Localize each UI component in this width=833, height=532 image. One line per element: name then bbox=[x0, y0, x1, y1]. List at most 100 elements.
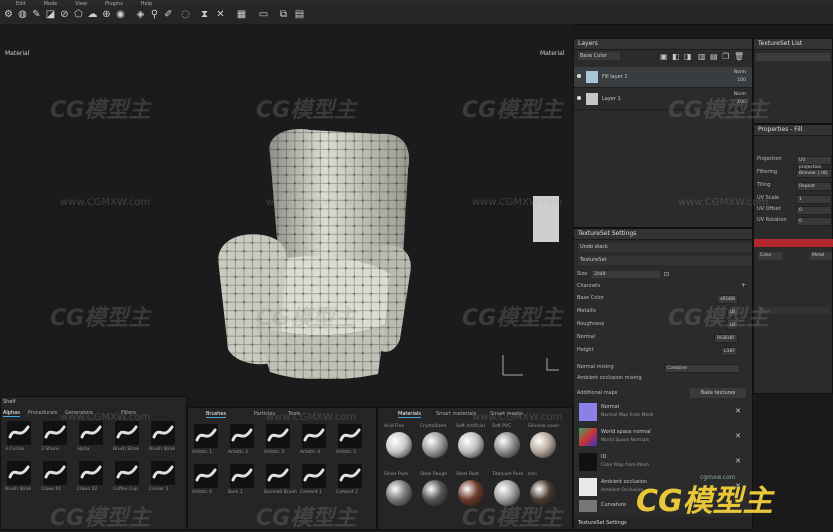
add-fill-icon[interactable]: ◧ bbox=[672, 52, 680, 61]
textureset-list-item[interactable] bbox=[756, 53, 830, 61]
shelf-item[interactable]: Claws 02 bbox=[75, 459, 109, 497]
shelf-item[interactable]: Artistic 6 bbox=[190, 462, 224, 500]
lock-icon[interactable]: ✕ bbox=[215, 9, 226, 20]
prop-value[interactable]: 0 bbox=[796, 217, 832, 226]
layer-opacity[interactable]: 100 bbox=[737, 78, 746, 83]
bake-textures-button[interactable]: Bake textures bbox=[690, 388, 746, 398]
visibility-eye-icon[interactable] bbox=[577, 96, 581, 100]
shelf-item[interactable]: Coffee Cup bbox=[111, 459, 145, 497]
add-layer-icon[interactable]: ▣ bbox=[660, 52, 668, 61]
shelf-item[interactable]: Artistic 2 bbox=[226, 422, 260, 460]
prop-value[interactable]: 0 bbox=[796, 206, 832, 215]
clone-icon[interactable]: ⊕ bbox=[101, 9, 112, 20]
metal-button[interactable]: Metal bbox=[810, 252, 832, 260]
paint-icon[interactable]: ◍ bbox=[17, 9, 28, 20]
tab-materials[interactable]: Materials bbox=[398, 411, 421, 418]
shelf-item[interactable]: 3 Circles bbox=[3, 419, 37, 457]
map-slot[interactable]: World space normal World Space Normals ✕ bbox=[577, 426, 745, 450]
tab-smart-materials[interactable]: Smart materials bbox=[436, 411, 476, 417]
eraser-icon[interactable]: ◪ bbox=[45, 9, 56, 20]
polygon-fill-icon[interactable]: ⬠ bbox=[73, 9, 84, 20]
shelf-item[interactable]: Artistic 4 bbox=[298, 422, 332, 460]
map-title: Normal bbox=[601, 404, 620, 410]
selection-icon[interactable]: ◌ bbox=[180, 9, 191, 20]
channel-format[interactable]: RGB16F bbox=[713, 334, 738, 343]
size-select[interactable]: 2048 bbox=[592, 271, 660, 278]
screenshot-icon[interactable]: ▭ bbox=[258, 9, 269, 20]
symmetry-icon[interactable]: ⧗ bbox=[199, 9, 210, 20]
prop-value[interactable]: Bilinear | HQ bbox=[796, 169, 832, 178]
folder-icon[interactable]: ▤ bbox=[710, 52, 718, 61]
gear-icon[interactable]: ⚙ bbox=[3, 9, 14, 20]
watermark-logo: CG模型主 bbox=[668, 306, 769, 331]
shelf-item[interactable]: Silver Pure bbox=[382, 470, 416, 516]
prop-value[interactable]: UV projection bbox=[796, 156, 832, 170]
camera-icon[interactable]: ⚲ bbox=[149, 9, 160, 20]
shelf-item[interactable]: Brush Strok bbox=[111, 419, 145, 457]
shelf-item[interactable]: Cement 1 bbox=[298, 462, 332, 500]
close-icon[interactable]: ✕ bbox=[735, 407, 741, 415]
shelf-item-label: Basmati Brush bbox=[264, 490, 297, 495]
prop-value[interactable]: Repeat bbox=[796, 182, 832, 191]
shelf-item[interactable]: Artistic 1 bbox=[190, 422, 224, 460]
shelf-item[interactable]: Soft PVC bbox=[490, 422, 524, 468]
layout-icon[interactable]: ▤ bbox=[294, 9, 305, 20]
viewport-mode-label[interactable]: Material bbox=[5, 50, 29, 57]
3d-viewport[interactable]: Material Material bbox=[0, 24, 573, 396]
layer-row[interactable]: Fill layer 1 Norm 100 bbox=[574, 67, 752, 88]
projection-icon[interactable]: ⊘ bbox=[59, 9, 70, 20]
tab-procedurals[interactable]: Procedurals bbox=[28, 410, 57, 416]
shader-select[interactable]: Undo stack bbox=[578, 243, 752, 252]
shelf-item[interactable]: Brush Strok bbox=[3, 459, 37, 497]
close-icon[interactable]: ✕ bbox=[735, 457, 741, 465]
normal-mixing-select[interactable]: Combine bbox=[664, 364, 740, 373]
channel-format[interactable]: L16F bbox=[721, 347, 738, 356]
smudge-icon[interactable]: ☁ bbox=[87, 9, 98, 20]
duplicate-icon[interactable]: ❐ bbox=[722, 52, 729, 61]
picker-icon[interactable]: ◉ bbox=[115, 9, 126, 20]
brush-icon[interactable]: ✎ bbox=[31, 9, 42, 20]
tab-alphas[interactable]: Alphas bbox=[3, 410, 20, 417]
layer-blend-mode[interactable]: Norm bbox=[734, 70, 746, 75]
shelf-item[interactable]: Acid Fine bbox=[382, 422, 416, 468]
shelf-item[interactable]: Artistic 3 bbox=[262, 422, 296, 460]
map-slot[interactable]: Normal Normal Map from Mesh ✕ bbox=[577, 401, 745, 425]
shelf-item[interactable]: Silicone cover bbox=[526, 422, 560, 468]
tab-brushes[interactable]: Brushes bbox=[206, 411, 227, 418]
add-mask-icon[interactable]: ◨ bbox=[684, 52, 692, 61]
add-effect-icon[interactable]: ▥ bbox=[698, 52, 706, 61]
close-icon[interactable]: ✕ bbox=[735, 432, 741, 440]
shelf-item[interactable]: Soft Artificial bbox=[454, 422, 488, 468]
map-slot[interactable]: ID Color Map from Mesh ✕ bbox=[577, 451, 745, 475]
shelf-item[interactable]: Claws 01 bbox=[39, 459, 73, 497]
viewport-mode-label-right[interactable]: Material bbox=[540, 50, 564, 57]
shelf-item[interactable]: Corner 1 bbox=[147, 459, 181, 497]
visibility-eye-icon[interactable] bbox=[577, 74, 581, 78]
channel-select[interactable]: Base Color bbox=[578, 52, 620, 60]
material-picker-icon[interactable]: ◈ bbox=[135, 9, 146, 20]
render-mode-icon[interactable]: ▦ bbox=[236, 9, 247, 20]
watermark-logo: CG模型主 bbox=[50, 506, 151, 531]
add-channel-icon[interactable]: + bbox=[741, 282, 746, 289]
shelf-item[interactable]: Artistic 5 bbox=[334, 422, 368, 460]
shelf-item[interactable]: Basmati Brush bbox=[262, 462, 297, 500]
watermark-url: www.CGMXW.com bbox=[266, 197, 357, 208]
param-slider[interactable] bbox=[758, 307, 830, 314]
capture-icon[interactable]: ⧉ bbox=[278, 9, 289, 20]
shelf-item[interactable]: Cement 2 bbox=[334, 462, 368, 500]
shelf-item[interactable]: Steel Rough bbox=[418, 470, 452, 516]
link-icon[interactable]: ⊡ bbox=[664, 271, 669, 278]
tab-textureset-settings[interactable]: TextureSet Settings bbox=[578, 520, 627, 526]
map-thumbnail bbox=[579, 500, 597, 512]
shelf-item[interactable]: Bark 1 bbox=[226, 462, 260, 500]
shelf-item[interactable]: alpha bbox=[75, 419, 109, 457]
brush-preview bbox=[266, 464, 290, 488]
textureset-name-field[interactable]: TextureSet bbox=[578, 256, 752, 265]
shelf-item[interactable]: 3 Stains bbox=[39, 419, 73, 457]
shelf-item[interactable]: Crystallized bbox=[418, 422, 452, 468]
shelf-item[interactable]: Brush Strok bbox=[147, 419, 181, 457]
prop-value[interactable]: 1 bbox=[796, 195, 832, 204]
trash-icon[interactable]: 🗑 bbox=[734, 52, 744, 61]
color-button[interactable]: Color bbox=[758, 252, 782, 260]
pen-icon[interactable]: ✐ bbox=[163, 9, 174, 20]
